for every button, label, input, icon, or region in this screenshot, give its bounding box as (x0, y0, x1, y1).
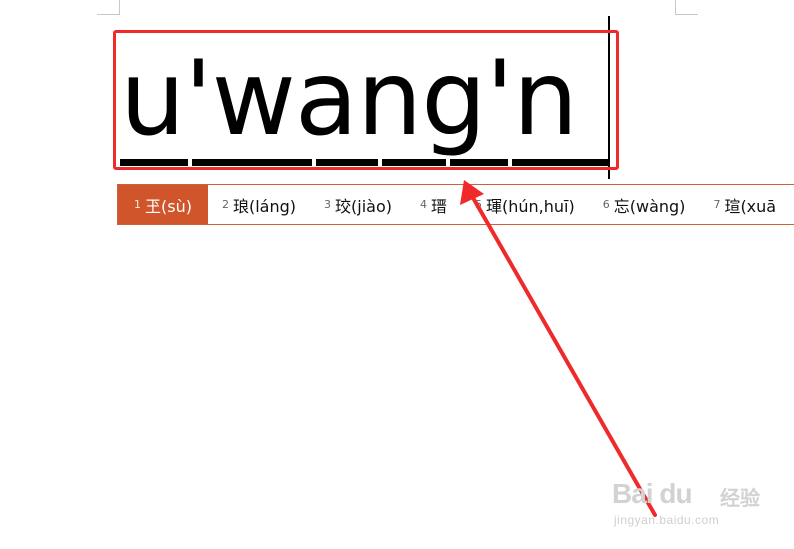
candidate-text: 琿(hún,huī) (486, 196, 575, 216)
candidate-number: 5 (475, 198, 483, 211)
candidate-3[interactable]: 3 珓(jiào) (310, 185, 406, 224)
candidate-text: 琅(láng) (232, 196, 297, 216)
candidate-6[interactable]: 6 忘(wàng) (589, 185, 700, 224)
candidate-text: 玊(sù) (145, 196, 192, 216)
candidate-text: 瑄(xuā (724, 196, 777, 216)
candidate-text: 瑨 (431, 196, 448, 216)
document-page: u'wang'n 1 玊(sù) 2 琅(láng) 3 珓(jiào) 4 瑨… (0, 0, 794, 549)
candidate-number: 3 (324, 198, 332, 211)
candidate-number: 2 (221, 198, 229, 211)
highlight-box (113, 30, 619, 170)
candidate-number: 1 (134, 198, 141, 211)
candidate-1[interactable]: 1 玊(sù) (118, 185, 208, 224)
candidate-number: 4 (420, 198, 427, 211)
watermark-sub: 经验 (720, 486, 760, 510)
page-corner-mark-right (675, 0, 698, 15)
candidate-5[interactable]: 5 琿(hún,huī) (461, 185, 589, 224)
candidate-number: 7 (713, 198, 721, 211)
candidate-text: 珓(jiào) (335, 196, 392, 216)
watermark-url: jingyan.baidu.com (614, 513, 720, 527)
baidu-watermark: Bai du 经验 jingyan.baidu.com (612, 470, 762, 540)
candidate-text: 忘(wàng) (613, 196, 686, 216)
page-corner-mark-left (97, 0, 120, 15)
ime-candidate-bar: 1 玊(sù) 2 琅(láng) 3 珓(jiào) 4 瑨 5 琿(hún,… (117, 184, 794, 225)
candidate-2[interactable]: 2 琅(láng) (208, 185, 310, 224)
watermark-brand: Bai du (612, 478, 693, 509)
candidate-4[interactable]: 4 瑨 (406, 185, 461, 224)
candidate-number: 6 (602, 198, 610, 211)
candidate-7[interactable]: 7 瑄(xuā (699, 185, 790, 224)
